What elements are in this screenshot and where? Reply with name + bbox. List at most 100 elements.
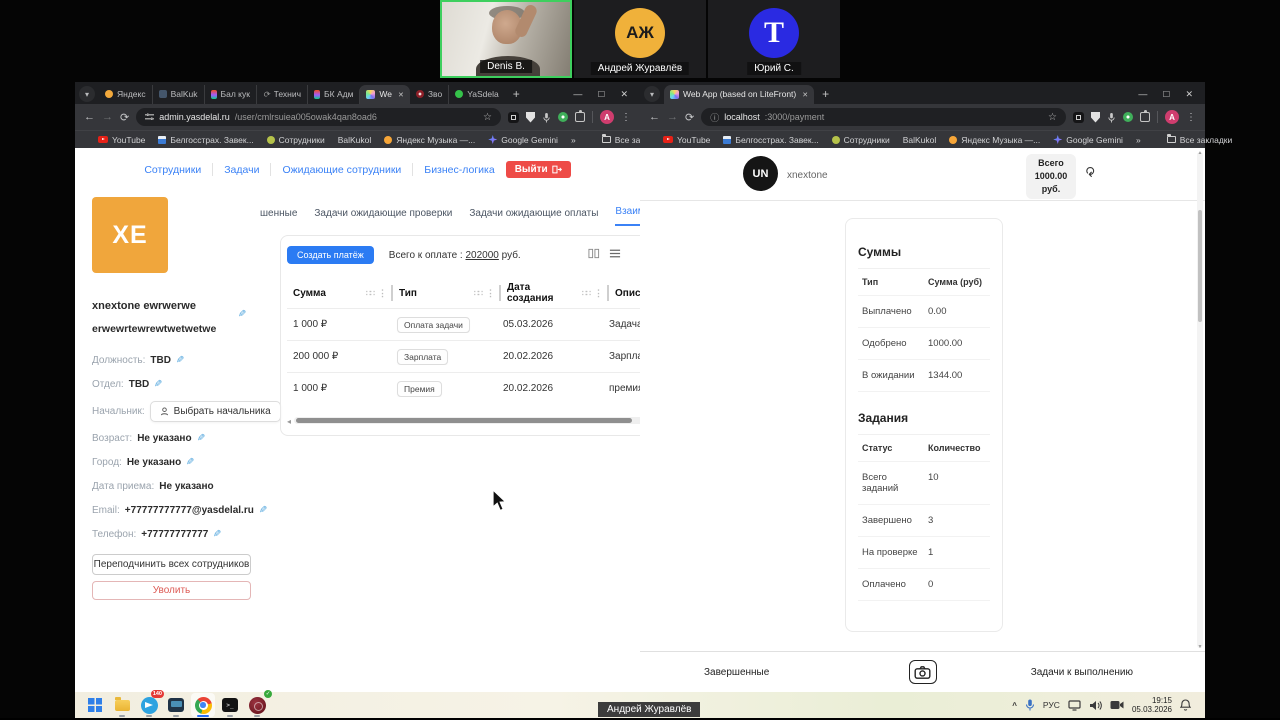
bookmarks-overflow-button[interactable]: » [1136, 135, 1141, 145]
total-amount[interactable]: 202000 [465, 250, 498, 261]
mic-tray-icon[interactable] [1025, 699, 1035, 711]
terminal-button[interactable] [218, 693, 242, 717]
tab-groups-icon[interactable] [1073, 111, 1084, 123]
recorder-app-button[interactable] [245, 690, 272, 717]
browser-tab[interactable]: Зво [410, 85, 448, 104]
camera-button[interactable] [908, 660, 937, 684]
drag-handle-icon[interactable] [474, 289, 482, 298]
participant-tile-yuri[interactable]: T Юрий С. [708, 0, 840, 78]
todo-link[interactable]: Задачи к выполнению [1031, 667, 1133, 678]
scroll-up-arrow-icon[interactable] [1197, 150, 1203, 156]
speaker-tray-icon[interactable] [1089, 700, 1102, 711]
browser-tab[interactable]: YaSdela [448, 84, 505, 104]
drag-handle-icon[interactable] [366, 289, 374, 298]
browser-profile-avatar[interactable]: A [600, 110, 614, 124]
reload-icon[interactable] [120, 111, 129, 124]
minimize-icon[interactable] [1138, 89, 1147, 99]
back-icon[interactable] [84, 111, 95, 123]
bookmark-yandex-music[interactable]: Яндекс Музыка —... [949, 135, 1040, 145]
menu-view-icon[interactable] [609, 248, 621, 259]
bookmark-balkukol[interactable]: BalKukol [338, 135, 372, 145]
browser-tab-active[interactable]: Web App (based on LiteFront) [664, 84, 815, 104]
create-payment-button[interactable]: Создать платёж [287, 246, 374, 264]
browser-tab[interactable]: BalKuk [151, 84, 204, 104]
tab-settlements[interactable]: Взаиморасчеты [615, 206, 640, 226]
nav-link-pending-employees[interactable]: Ожидающие сотрудники [282, 164, 401, 176]
start-button[interactable] [83, 693, 107, 717]
back-icon[interactable] [649, 111, 660, 123]
extensions-puzzle-icon[interactable] [575, 110, 585, 122]
tab-completed[interactable]: шенные [260, 208, 297, 226]
bookmark-employees[interactable]: Сотрудники [831, 135, 890, 145]
bookmark-google-gemini[interactable]: Google Gemini [488, 135, 558, 145]
clock[interactable]: 19:15 05.03.2026 [1132, 696, 1172, 714]
table-row[interactable]: 1 000 ₽ Оплата задачи 05.03.2026 Задача … [287, 308, 640, 340]
close-icon[interactable] [620, 89, 628, 100]
scroll-down-arrow-icon[interactable] [1197, 644, 1203, 650]
bookmark-balkukol[interactable]: BalKukol [903, 135, 937, 145]
bookmark-youtube[interactable]: YouTube [663, 135, 710, 145]
bookmark-star-icon[interactable] [483, 112, 492, 123]
new-tab-button[interactable] [505, 87, 528, 101]
bookmark-youtube[interactable]: YouTube [98, 135, 145, 145]
drag-handle-icon[interactable] [582, 289, 590, 298]
browser-tab-active[interactable]: We [359, 84, 410, 104]
close-tab-icon[interactable] [396, 89, 404, 99]
bookmark-google-gemini[interactable]: Google Gemini [1053, 135, 1123, 145]
tab-awaiting-payment[interactable]: Задачи ожидающие оплаты [469, 208, 598, 226]
tab-search-chevron-icon[interactable] [79, 86, 95, 102]
browser-tab[interactable]: Технич [255, 84, 307, 104]
file-explorer-button[interactable] [110, 693, 134, 717]
logout-button[interactable]: Выйти [505, 161, 571, 178]
site-settings-icon[interactable] [145, 113, 155, 121]
close-tab-icon[interactable] [800, 89, 808, 99]
media-app-button[interactable] [164, 693, 188, 717]
column-menu-icon[interactable] [486, 288, 495, 299]
columns-view-icon[interactable] [588, 248, 600, 259]
bookmark-star-icon[interactable] [1048, 112, 1057, 123]
horizontal-scrollbar[interactable] [287, 411, 640, 429]
close-icon[interactable] [1185, 89, 1193, 100]
edit-phone-icon[interactable] [213, 529, 221, 540]
forward-icon[interactable] [102, 111, 113, 123]
edit-name-icon[interactable] [238, 309, 246, 320]
participant-tile-denis[interactable]: Denis B. [440, 0, 572, 78]
shield-extension-icon[interactable] [526, 111, 535, 123]
shield-extension-icon[interactable] [1091, 111, 1100, 123]
column-header-description[interactable]: Описание [609, 288, 640, 299]
new-tab-button[interactable] [814, 87, 837, 101]
tab-awaiting-review[interactable]: Задачи ожидающие проверки [314, 208, 452, 226]
forward-icon[interactable] [667, 111, 678, 123]
minimize-icon[interactable] [573, 89, 582, 99]
maximize-icon[interactable] [1163, 89, 1169, 100]
edit-position-icon[interactable] [176, 355, 184, 366]
reload-icon[interactable] [685, 111, 694, 124]
user-avatar[interactable]: UN [743, 156, 778, 191]
column-header-amount[interactable]: Сумма [287, 288, 391, 299]
nav-link-business-logic[interactable]: Бизнес-логика [424, 164, 494, 176]
edit-age-icon[interactable] [197, 433, 205, 444]
scrollbar-thumb[interactable] [296, 417, 632, 423]
table-row[interactable]: 1 000 ₽ Премия 20.02.2026 премия [287, 372, 640, 404]
scroll-left-arrow-icon[interactable] [287, 411, 291, 429]
column-menu-icon[interactable] [594, 288, 603, 299]
scrollbar-thumb[interactable] [1198, 210, 1202, 322]
all-bookmarks-button[interactable]: Все закладки [1166, 134, 1232, 145]
reassign-all-button[interactable]: Переподчинить всех сотрудников [92, 554, 251, 575]
scrollbar-track[interactable] [294, 416, 640, 424]
tab-search-chevron-icon[interactable] [644, 86, 660, 102]
browser-tab[interactable]: БК Адм [307, 84, 359, 104]
browser-tab[interactable]: Бал кук [203, 84, 256, 104]
bookmark-belgosstrakh[interactable]: Белгосстрах. Завек... [158, 135, 254, 145]
nav-link-tasks[interactable]: Задачи [224, 164, 259, 176]
edit-department-icon[interactable] [154, 379, 162, 390]
tab-groups-icon[interactable] [508, 111, 519, 123]
hidden-icons-chevron[interactable] [1012, 701, 1017, 710]
language-indicator[interactable]: РУС [1043, 700, 1060, 710]
vertical-scrollbar[interactable] [1197, 152, 1203, 648]
telegram-button[interactable]: 140 [137, 690, 164, 717]
table-row[interactable]: 200 000 ₽ Зарплата 20.02.2026 Зарплата [287, 340, 640, 372]
mic-icon[interactable] [1107, 112, 1116, 123]
bookmark-employees[interactable]: Сотрудники [266, 135, 325, 145]
mic-icon[interactable] [542, 112, 551, 123]
